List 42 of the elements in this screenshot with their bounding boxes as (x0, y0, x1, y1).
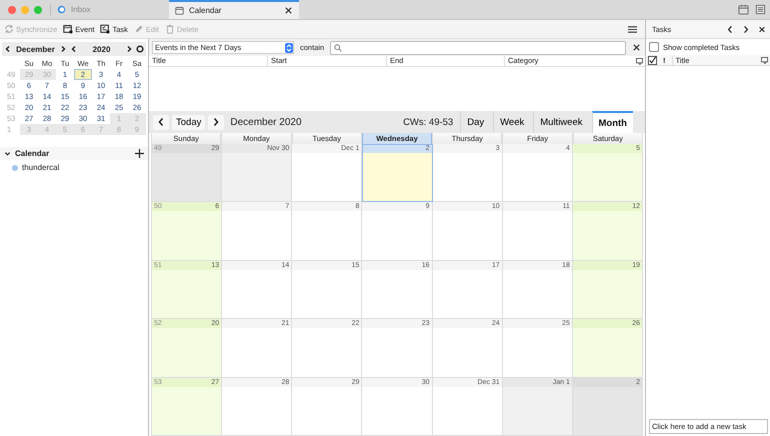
previous-year-icon[interactable] (70, 45, 78, 53)
year-label: 2020 (92, 44, 112, 54)
today-circle-icon[interactable] (136, 45, 144, 53)
menu-icon[interactable] (628, 24, 637, 34)
chevron-right-icon (212, 117, 220, 127)
list-icon[interactable] (755, 4, 766, 15)
close-icon[interactable] (758, 24, 766, 34)
checkbox[interactable] (649, 42, 659, 52)
column-picker-icon[interactable] (636, 58, 643, 64)
section-title: Calendar (15, 149, 50, 158)
next-icon[interactable] (742, 24, 750, 34)
sync-icon (4, 24, 14, 34)
next-month-icon[interactable] (59, 45, 67, 53)
today-button[interactable]: Today (172, 114, 206, 130)
calendar-name[interactable]: thundercal (22, 163, 60, 172)
previous-month-icon[interactable] (4, 45, 12, 53)
checkmark-icon[interactable] (648, 56, 657, 64)
previous-icon[interactable] (726, 24, 734, 34)
pencil-icon (134, 24, 144, 34)
column-picker-icon[interactable] (761, 56, 768, 64)
add-icon[interactable] (135, 149, 144, 158)
calendar-icon[interactable] (738, 4, 749, 15)
clear-icon[interactable] (632, 43, 641, 52)
ring-icon (57, 5, 66, 14)
calendar-weeks-label: CWs: 49-53 (403, 116, 454, 128)
calendar-icon (63, 24, 74, 34)
view-tab[interactable]: Month (592, 111, 633, 133)
trash-icon (164, 24, 175, 34)
next-button[interactable] (208, 114, 224, 130)
chevron-icon[interactable] (4, 150, 11, 157)
dropdown-arrows-icon (285, 42, 293, 52)
checklist-icon (100, 24, 110, 34)
next-year-icon[interactable] (125, 45, 133, 53)
search-field[interactable] (330, 40, 626, 54)
month-label: December (15, 44, 56, 54)
period-label: December 2020 (230, 116, 302, 128)
tab[interactable]: Calendar (169, 0, 299, 19)
close-icon[interactable] (284, 6, 293, 15)
calendar-icon (175, 6, 184, 15)
chevron-left-icon (157, 117, 165, 127)
previous-button[interactable] (153, 114, 169, 130)
search-icon (334, 44, 342, 52)
